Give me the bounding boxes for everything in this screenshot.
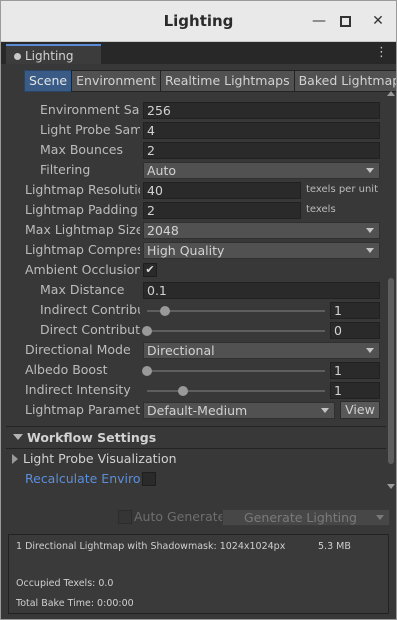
close-button[interactable]: ✕: [368, 11, 388, 31]
scroll-down-arrow-icon[interactable]: [387, 484, 395, 489]
max-lightmap-size-label: Max Lightmap Size: [25, 222, 140, 237]
filtering-dropdown[interactable]: Auto: [143, 162, 380, 179]
lightmap-resolution-field[interactable]: 40: [143, 182, 301, 199]
max-bounces-field[interactable]: 2: [143, 142, 380, 159]
tab-baked-lightmaps[interactable]: Baked Lightmaps: [293, 70, 396, 92]
recalculate-environment-label: Recalculate Environi: [25, 471, 141, 486]
max-distance-label: Max Distance: [40, 282, 125, 297]
tab-environment[interactable]: Environment: [71, 70, 161, 92]
indirect-contribution-slider-track[interactable]: [147, 310, 325, 312]
indirect-contribution-field[interactable]: 1: [330, 302, 380, 319]
foldout-expanded-icon[interactable]: [13, 434, 23, 440]
indirect-contribution-label: Indirect Contributi: [40, 302, 140, 317]
lightbulb-icon: [14, 53, 21, 60]
albedo-boost-field[interactable]: 1: [330, 362, 380, 379]
maximize-button[interactable]: [335, 11, 355, 31]
workflow-settings-header[interactable]: Workflow Settings: [27, 429, 156, 447]
filtering-label: Filtering: [40, 162, 91, 177]
albedo-boost-slider-track[interactable]: [147, 370, 325, 372]
light-probe-samples-field[interactable]: 4: [143, 122, 380, 139]
more-options-icon[interactable]: ⋮: [375, 44, 388, 62]
lightmap-padding-unit: texels: [306, 204, 336, 215]
lightmap-parameters-label: Lightmap Parameter: [25, 402, 140, 417]
chevron-down-icon[interactable]: [376, 515, 384, 520]
lightmap-compression-value: High Quality: [147, 243, 225, 258]
scroll-up-arrow-icon[interactable]: [387, 91, 395, 96]
auto-generate-checkbox[interactable]: [118, 510, 132, 524]
ambient-occlusion-checkbox[interactable]: ✔: [143, 263, 157, 277]
generate-lighting-label: Generate Lighting: [244, 510, 357, 525]
view-button[interactable]: View: [340, 401, 380, 419]
ambient-occlusion-label: Ambient Occlusion: [25, 262, 140, 277]
directional-mode-label: Directional Mode: [25, 342, 131, 357]
lightmap-size-text: 5.3 MB: [318, 541, 351, 552]
tab-scene[interactable]: Scene: [24, 70, 73, 92]
lightmap-compression-dropdown[interactable]: High Quality: [143, 242, 380, 259]
lightmap-summary-text: 1 Directional Lightmap with Shadowmask: …: [16, 541, 286, 552]
lightmap-parameters-value: Default-Medium: [147, 403, 248, 418]
lighting-window: Lighting — ✕ Lighting ⋮ Scene Environmen…: [0, 0, 397, 620]
light-probe-visualization-foldout[interactable]: Light Probe Visualization: [23, 450, 177, 468]
recalculate-environment-checkbox[interactable]: [142, 472, 156, 486]
indirect-intensity-slider-handle[interactable]: [177, 386, 188, 396]
minimize-button[interactable]: —: [309, 11, 329, 31]
lightmap-parameters-dropdown[interactable]: Default-Medium: [143, 402, 335, 419]
indirect-contribution-slider-handle[interactable]: [159, 306, 170, 316]
lightmap-resolution-label: Lightmap Resolution: [25, 182, 140, 197]
tab-realtime-lightmaps[interactable]: Realtime Lightmaps: [159, 70, 295, 92]
environment-samples-label: Environment Sam: [40, 102, 140, 117]
foldout-collapsed-icon[interactable]: [12, 454, 18, 464]
indirect-intensity-slider-track[interactable]: [147, 390, 325, 392]
directional-mode-value: Directional: [147, 343, 215, 358]
lightmap-resolution-unit: texels per unit: [306, 184, 378, 195]
indirect-intensity-label: Indirect Intensity: [25, 382, 131, 397]
direct-contribution-slider-track[interactable]: [147, 330, 325, 332]
occupied-texels-text: Occupied Texels: 0.0: [16, 578, 114, 589]
lighting-tab[interactable]: Lighting: [6, 44, 101, 64]
light-probe-samples-label: Light Probe Samp: [40, 122, 140, 137]
max-bounces-label: Max Bounces: [40, 142, 123, 157]
auto-generate-label: Auto Generate: [134, 509, 226, 524]
chevron-down-icon: [366, 348, 374, 353]
maximize-icon: [339, 16, 351, 27]
chevron-down-icon: [366, 228, 374, 233]
chevron-down-icon: [366, 168, 374, 173]
direct-contribution-label: Direct Contributio: [40, 322, 140, 337]
editor-tab-strip: Lighting ⋮: [1, 42, 396, 64]
lightmap-padding-label: Lightmap Padding: [25, 202, 138, 217]
albedo-boost-label: Albedo Boost: [25, 362, 108, 377]
lighting-subtabs: Scene Environment Realtime Lightmaps Bak…: [24, 70, 396, 92]
direct-contribution-slider-handle[interactable]: [142, 326, 152, 336]
filtering-value: Auto: [147, 163, 177, 178]
max-lightmap-size-value: 2048: [147, 223, 179, 238]
indirect-intensity-field[interactable]: 1: [330, 382, 380, 399]
max-lightmap-size-dropdown[interactable]: 2048: [143, 222, 380, 239]
chevron-down-icon: [366, 248, 374, 253]
lightmap-compression-label: Lightmap Compressi: [25, 242, 140, 257]
lightmap-padding-field[interactable]: 2: [143, 202, 301, 219]
lightmap-stats-panel: 1 Directional Lightmap with Shadowmask: …: [8, 534, 389, 614]
directional-mode-dropdown[interactable]: Directional: [143, 342, 380, 359]
albedo-boost-slider-handle[interactable]: [142, 366, 152, 376]
lighting-tab-label: Lighting: [25, 49, 74, 63]
divider: [6, 448, 386, 449]
chevron-down-icon: [321, 408, 329, 413]
environment-samples-field[interactable]: 256: [143, 102, 380, 119]
generate-lighting-button[interactable]: Generate Lighting: [222, 509, 390, 526]
max-distance-field[interactable]: 0.1: [143, 282, 380, 299]
direct-contribution-field[interactable]: 0: [330, 322, 380, 339]
total-bake-time-text: Total Bake Time: 0:00:00: [16, 598, 134, 609]
title-bar: Lighting — ✕: [1, 1, 396, 42]
divider: [6, 426, 386, 427]
scrollbar-thumb[interactable]: [388, 278, 394, 464]
